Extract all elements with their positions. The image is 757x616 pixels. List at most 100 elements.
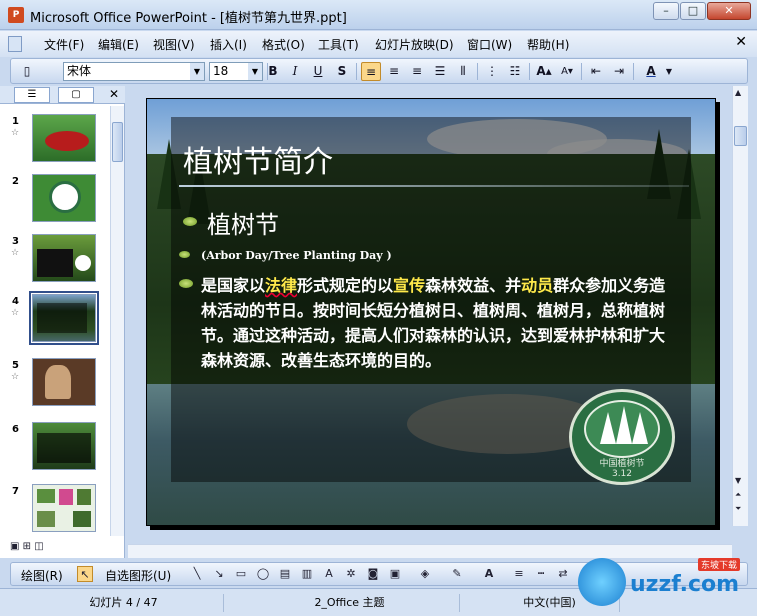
slide-body-text[interactable]: 是国家以法律形式规定的以宣传森林效益、并动员群众参加义务造林活动的节日。按时间长…	[201, 273, 675, 373]
slide-thumbnail-4[interactable]	[29, 291, 99, 345]
decrease-font-icon[interactable]: A▾	[557, 62, 577, 81]
slide-thumbnail-row[interactable]: 5 ☆	[0, 358, 110, 413]
highlight-law: 法律	[265, 276, 298, 295]
increase-indent-icon[interactable]: ⇥	[609, 62, 629, 81]
columns-icon[interactable]: ⫴	[453, 62, 473, 81]
slide-heading[interactable]: 植树节	[207, 205, 279, 240]
pane-close-icon[interactable]: ✕	[109, 87, 119, 101]
new-document-icon[interactable]: ▯	[17, 62, 37, 81]
font-color-icon[interactable]: A	[481, 566, 497, 582]
align-center-icon[interactable]: ≡	[384, 62, 404, 81]
menu-format[interactable]: 格式(O)	[262, 36, 305, 53]
slide-thumbnail-row[interactable]: 1 ☆	[0, 114, 110, 169]
textbox-tool-icon[interactable]: ▤	[277, 566, 293, 582]
menu-tools[interactable]: 工具(T)	[318, 36, 359, 53]
slideshow-view-icon[interactable]: ◫	[34, 541, 43, 552]
clipart-icon[interactable]: ◙	[365, 566, 381, 582]
font-size-select[interactable]: 18 ▼	[209, 62, 263, 81]
align-right-icon[interactable]: ≡	[407, 62, 427, 81]
powerpoint-app-icon[interactable]: P	[8, 7, 24, 23]
menu-insert[interactable]: 插入(I)	[210, 36, 247, 53]
fill-color-icon[interactable]: ◈	[417, 566, 433, 582]
slide-thumbnail-2[interactable]	[32, 174, 96, 222]
tree-planting-emblem[interactable]: 中国植树节 3.12	[569, 389, 675, 485]
chevron-down-icon[interactable]: ▼	[659, 62, 679, 81]
menu-view[interactable]: 视图(V)	[153, 36, 195, 53]
slide-number: 2	[12, 176, 19, 187]
scrollbar-thumb[interactable]	[734, 126, 747, 146]
wordart-icon[interactable]: A	[321, 566, 337, 582]
slide-thumbnail-7[interactable]	[32, 484, 96, 532]
bold-button[interactable]: B	[263, 62, 283, 81]
slide-thumbnail-3[interactable]	[32, 234, 96, 282]
slide-title[interactable]: 植树节简介	[183, 137, 333, 181]
vertical-textbox-icon[interactable]: ▥	[299, 566, 315, 582]
slide-vertical-scrollbar[interactable]: ▲ ▼ ⏶ ⏷	[732, 86, 748, 526]
normal-view-icon[interactable]: ▣	[10, 541, 19, 552]
ellipse-tool-icon[interactable]: ◯	[255, 566, 271, 582]
title-underline	[179, 185, 689, 187]
align-left-icon[interactable]: ≡	[361, 62, 381, 81]
slide-subheading[interactable]: (Arbor Day/Tree Planting Day )	[201, 249, 392, 262]
maximize-button[interactable]: □	[680, 2, 706, 20]
underline-button[interactable]: U	[308, 62, 328, 81]
thumbnail-scrollbar[interactable]	[110, 106, 124, 536]
previous-slide-icon[interactable]: ⏶	[735, 490, 741, 500]
slide-thumbnail-row[interactable]: 3 ☆	[0, 234, 110, 289]
document-close-icon[interactable]: ✕	[735, 34, 747, 50]
italic-button[interactable]: I	[285, 62, 305, 81]
thumbnail-text-block	[37, 249, 73, 277]
rectangle-tool-icon[interactable]: ▭	[233, 566, 249, 582]
shadow-button[interactable]: S	[332, 62, 352, 81]
slide-thumbnail-5[interactable]	[32, 358, 96, 406]
slide-thumbnail-row[interactable]: 7	[0, 484, 110, 539]
close-button[interactable]: ✕	[707, 2, 751, 20]
slide-thumbnail-row[interactable]: 6	[0, 422, 110, 477]
autoshapes-button[interactable]: 自选图形(U)	[105, 567, 171, 584]
menu-help[interactable]: 帮助(H)	[527, 36, 569, 53]
document-icon[interactable]	[8, 36, 22, 52]
scroll-up-icon[interactable]: ▲	[735, 88, 741, 97]
font-name-select[interactable]: 宋体 ▼	[63, 62, 205, 81]
toolbar-divider	[477, 63, 478, 80]
menu-edit[interactable]: 编辑(E)	[98, 36, 139, 53]
thumbnail-graphic	[45, 131, 89, 151]
scroll-down-icon[interactable]: ▼	[735, 476, 741, 485]
current-slide[interactable]: 植树节简介 植树节 (Arbor Day/Tree Planting Day )…	[146, 98, 716, 526]
justify-icon[interactable]: ☰	[430, 62, 450, 81]
line-color-icon[interactable]: ✎	[449, 566, 465, 582]
slide-thumbnail-row[interactable]: 2	[0, 174, 110, 229]
chevron-down-icon[interactable]: ▼	[190, 63, 204, 80]
decrease-indent-icon[interactable]: ⇤	[586, 62, 606, 81]
slides-tab-icon[interactable]: ▢	[58, 87, 94, 103]
animation-star-icon: ☆	[11, 372, 20, 382]
title-bar: P Microsoft Office PowerPoint - [植树节第九世界…	[0, 0, 757, 30]
outline-tab-icon[interactable]: ☰	[14, 87, 50, 103]
thumbnail-emblem	[75, 255, 91, 271]
menu-file[interactable]: 文件(F)	[44, 36, 84, 53]
menu-window[interactable]: 窗口(W)	[467, 36, 512, 53]
dash-style-icon[interactable]: ┅	[533, 566, 549, 582]
font-color-button[interactable]: A	[641, 62, 661, 81]
bulleted-list-icon[interactable]: ☷	[505, 62, 525, 81]
minimize-button[interactable]: –	[653, 2, 679, 20]
slide-sorter-icon[interactable]: ⊞	[23, 541, 31, 552]
slide-thumbnail-1[interactable]	[32, 114, 96, 162]
line-style-icon[interactable]: ≡	[511, 566, 527, 582]
arrow-tool-icon[interactable]: ↘	[211, 566, 227, 582]
menu-slideshow[interactable]: 幻灯片放映(D)	[375, 36, 454, 53]
numbered-list-icon[interactable]: ⋮	[482, 62, 502, 81]
select-pointer-icon[interactable]: ↖	[77, 566, 93, 582]
line-tool-icon[interactable]: ╲	[189, 566, 205, 582]
draw-menu-button[interactable]: 绘图(R)	[21, 567, 63, 584]
arrow-style-icon[interactable]: ⇄	[555, 566, 571, 582]
chevron-down-icon[interactable]: ▼	[248, 63, 262, 80]
increase-font-icon[interactable]: A▴	[534, 62, 554, 81]
next-slide-icon[interactable]: ⏷	[735, 504, 741, 514]
animation-star-icon: ☆	[11, 308, 20, 318]
diagram-icon[interactable]: ✲	[343, 566, 359, 582]
slide-thumbnail-row[interactable]: 4 ☆	[0, 291, 110, 349]
insert-picture-icon[interactable]: ▣	[387, 566, 403, 582]
scrollbar-thumb[interactable]	[112, 122, 123, 162]
slide-thumbnail-6[interactable]	[32, 422, 96, 470]
